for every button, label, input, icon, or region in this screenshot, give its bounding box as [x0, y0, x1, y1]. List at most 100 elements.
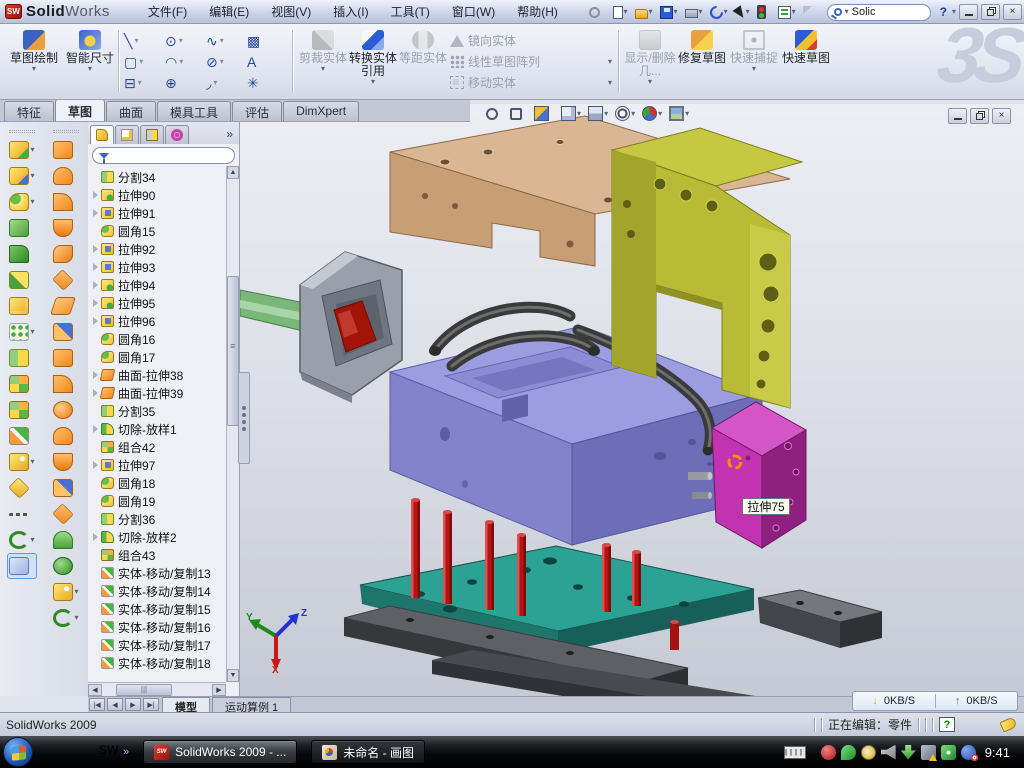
scroll-down-arrow[interactable]: ▼	[227, 669, 239, 682]
sketch-entity-button[interactable]: ⊘▾	[206, 51, 247, 72]
feature-tree-item[interactable]: 拉伸94	[90, 276, 225, 294]
print-icon[interactable]: ▾	[683, 6, 705, 19]
undo-icon[interactable]: ▾	[708, 5, 730, 20]
surface-tool-button[interactable]: ▾	[53, 553, 78, 579]
app-restore-button[interactable]	[981, 4, 1000, 20]
view-orientation-icon[interactable]: ▾	[588, 106, 608, 121]
ribbon-tab[interactable]: 模具工具	[157, 101, 231, 121]
sketch-entity-button[interactable]: ◞▾	[206, 72, 247, 93]
surface-tool-button[interactable]: ▾	[53, 423, 78, 449]
ribbon-tab[interactable]: DimXpert	[283, 101, 359, 121]
tab-nav-button[interactable]: ▶	[125, 698, 141, 711]
configurationmanager-tab[interactable]	[140, 125, 164, 144]
search-input[interactable]: Solic	[852, 6, 876, 18]
tab-nav-button[interactable]: ▶|	[143, 698, 159, 711]
overflow-icon[interactable]: ▾	[801, 5, 820, 19]
feature-tree-item[interactable]: 拉伸90	[90, 186, 225, 204]
feature-tree-item[interactable]: 拉伸97	[90, 456, 225, 474]
display-style-icon[interactable]: ▾	[561, 106, 581, 121]
doc-restore-button[interactable]	[970, 108, 989, 124]
feature-tree-item[interactable]: 实体-移动/复制15	[90, 600, 225, 618]
feature-tree-item[interactable]: 组合42	[90, 438, 225, 456]
feature-tree-item[interactable]: 组合43	[90, 546, 225, 564]
surface-tool-button[interactable]: ▾	[53, 267, 78, 293]
menu-item[interactable]: 文件(F)	[138, 1, 197, 22]
feature-tool-button[interactable]: ▾	[9, 501, 34, 527]
scroll-right-arrow[interactable]: ▶	[212, 684, 226, 696]
sketch-entity-button[interactable]: ⊕▾	[165, 72, 206, 93]
new-file-icon[interactable]: ▾	[611, 5, 630, 20]
surface-tool-button[interactable]: ▾	[53, 137, 78, 163]
command-button[interactable]: 草图绘制▾	[6, 27, 62, 97]
feature-tree-item[interactable]: 分割34	[90, 168, 225, 186]
command-button[interactable]: 剪裁实体▾	[298, 27, 348, 97]
messenger-icon[interactable]	[47, 743, 65, 761]
open-file-icon[interactable]: ▾	[633, 5, 655, 20]
select-cursor-icon[interactable]: ▾	[733, 5, 752, 20]
license-icon[interactable]	[861, 745, 876, 760]
rebuild-icon[interactable]: ▾	[755, 4, 773, 20]
feature-tree-item[interactable]: 圆角18	[90, 474, 225, 492]
insert-block-part[interactable]	[712, 402, 806, 548]
feature-tree-item[interactable]: 实体-移动/复制18	[90, 654, 225, 672]
feature-tree-item[interactable]: 拉伸95	[90, 294, 225, 312]
feature-tree-item[interactable]: 切除-放样2	[90, 528, 225, 546]
feature-tree-item[interactable]: 实体-移动/复制17	[90, 636, 225, 654]
taskbar-clock[interactable]: 9:41	[981, 745, 1016, 760]
start-button[interactable]	[3, 737, 33, 767]
surface-tool-button[interactable]: ▾	[53, 371, 78, 397]
propertymanager-tab[interactable]	[115, 125, 139, 144]
sketch-entity-button[interactable]: ⊙▾	[165, 30, 206, 51]
ribbon-tab[interactable]: 草图	[55, 99, 105, 121]
feature-tree-item[interactable]: 切除-放样1	[90, 420, 225, 438]
sketch-entity-button[interactable]: ✳▾	[247, 72, 288, 93]
command-button[interactable]: 移动实体▾	[450, 72, 612, 93]
zoom-area-icon[interactable]: ▾	[510, 108, 527, 120]
menu-item[interactable]: 帮助(H)	[507, 1, 568, 22]
search-box[interactable]: ▾ Solic	[827, 4, 931, 21]
feature-tool-button[interactable]: ▾	[9, 215, 34, 241]
panel-chevron-button[interactable]: »	[222, 127, 237, 141]
doc-close-button[interactable]: ×	[992, 108, 1011, 124]
surface-tool-button[interactable]: ▾	[53, 527, 78, 553]
feature-tool-button[interactable]: ▾	[9, 345, 34, 371]
pin-icon[interactable]: ▾	[587, 6, 607, 19]
menu-item[interactable]: 插入(I)	[323, 1, 378, 22]
dimxpertmanager-tab[interactable]	[165, 125, 189, 144]
health-icon[interactable]	[941, 745, 956, 760]
slide-block-part[interactable]	[300, 252, 402, 403]
sketch-entity-button[interactable]: A▾	[247, 51, 288, 72]
model-tab[interactable]: 运动算例 1	[212, 697, 291, 712]
ribbon-tab[interactable]: 特征	[4, 101, 54, 121]
feature-tree-item[interactable]: 圆角17	[90, 348, 225, 366]
command-button[interactable]: 智能尺寸▾	[62, 27, 118, 97]
scroll-up-arrow[interactable]: ▲	[227, 166, 239, 179]
feature-tree-item[interactable]: 实体-移动/复制13	[90, 564, 225, 582]
firewall-icon[interactable]	[841, 745, 856, 760]
featuremanager-tab[interactable]	[90, 125, 114, 144]
feature-tool-button[interactable]: ▾	[9, 371, 34, 397]
sketch-entity-button[interactable]: ◠▾	[165, 51, 206, 72]
surface-tool-button[interactable]: ▾	[53, 475, 78, 501]
menu-item[interactable]: 工具(T)	[381, 1, 440, 22]
feature-tree-item[interactable]: 圆角16	[90, 330, 225, 348]
menu-item[interactable]: 编辑(E)	[199, 1, 259, 22]
feature-tree-item[interactable]: 圆角15	[90, 222, 225, 240]
clamp-plate-part[interactable]	[612, 128, 802, 408]
panel-splitter-handle[interactable]	[238, 372, 250, 464]
feature-tree-item[interactable]: 拉伸92	[90, 240, 225, 258]
feature-tree-item[interactable]: 拉伸96	[90, 312, 225, 330]
feature-tree-item[interactable]: 曲面-拉伸39	[90, 384, 225, 402]
surface-tool-button[interactable]: ▾	[53, 345, 78, 371]
quick-tips-button[interactable]: ?	[939, 717, 955, 732]
sketch-entity-button[interactable]: ▩▾	[247, 30, 288, 51]
ime-keyboard-icon[interactable]	[784, 746, 806, 759]
surface-tool-button[interactable]: ▾	[53, 501, 78, 527]
sketch-entity-button[interactable]: ╲▾	[124, 30, 165, 51]
appearance-icon[interactable]: ▾	[642, 106, 662, 121]
model-tab[interactable]: 模型	[162, 697, 210, 712]
feature-tree-item[interactable]: 圆角19	[90, 492, 225, 510]
graphics-viewport[interactable]	[240, 104, 1024, 696]
command-button[interactable]: 镜向实体▾	[450, 30, 612, 51]
sync-icon[interactable]	[901, 745, 916, 760]
